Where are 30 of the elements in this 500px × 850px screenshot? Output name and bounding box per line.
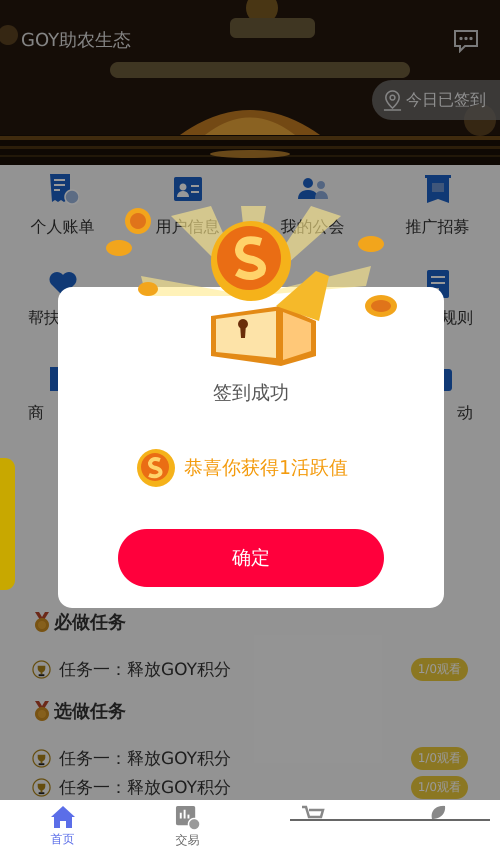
reward-text: 恭喜你获得1活跃值 — [184, 456, 348, 481]
section-title: 必做任务 — [54, 611, 126, 634]
medal-icon — [32, 611, 52, 633]
trophy-icon — [32, 778, 51, 797]
coin-icon — [136, 448, 176, 488]
trophy-icon — [32, 749, 51, 768]
chart-icon — [175, 805, 200, 830]
checkin-label: 今日已签到 — [406, 90, 486, 110]
menu-label[interactable]: 动 — [457, 403, 500, 424]
tab[interactable]: 交易 — [125, 800, 250, 850]
trophy-icon — [32, 660, 51, 679]
menu-label[interactable]: 我的公会 — [280, 217, 344, 238]
menu-label[interactable]: 推广招募 — [406, 217, 470, 238]
task-name: 任务一：释放GOY积分 — [59, 777, 232, 799]
leaf-icon — [430, 805, 446, 819]
menu-label[interactable]: 商 — [0, 403, 44, 424]
task-name: 任务一：释放GOY积分 — [59, 659, 232, 681]
confirm-button[interactable]: 确定 — [118, 529, 384, 587]
task-name: 任务一：释放GOY积分 — [59, 748, 232, 770]
home-icon — [50, 805, 76, 829]
medal-icon — [32, 700, 52, 722]
menu-label[interactable]: 个人账单 — [30, 217, 94, 238]
cart-icon — [300, 805, 324, 819]
tab[interactable]: 首页 — [0, 800, 125, 850]
dialog-title: 签到成功 — [213, 381, 289, 406]
chat-icon[interactable] — [453, 29, 479, 53]
section-title: 选做任务 — [54, 700, 126, 723]
location-pin-icon — [383, 90, 402, 110]
menu-label[interactable]: 帮扶 — [0, 308, 60, 329]
app-title: GOY助农生态 — [21, 29, 132, 52]
